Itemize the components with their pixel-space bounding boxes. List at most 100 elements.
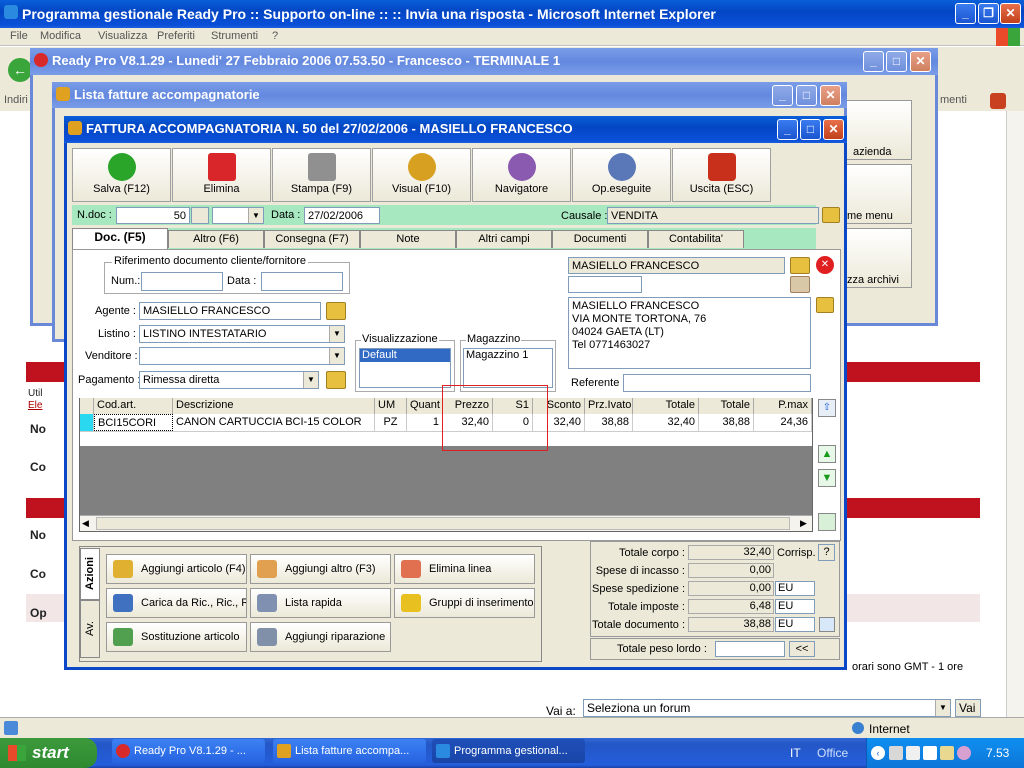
grid-hscrollbar[interactable]: ◀ ▶	[80, 515, 812, 531]
menu-strumenti[interactable]: Strumenti	[211, 30, 258, 42]
cell-prz-ivato[interactable]: 38,88	[585, 414, 633, 431]
data-field[interactable]: 27/02/2006	[304, 207, 380, 224]
side-button-azienda[interactable]: azienda	[846, 100, 912, 160]
taskbar-item-ie[interactable]: Programma gestional...	[432, 739, 585, 763]
tray-icon[interactable]	[906, 746, 920, 760]
add-repair-button[interactable]: Aggiungi riparazione	[250, 622, 391, 652]
tray-calendar-icon[interactable]	[923, 746, 937, 760]
series-select[interactable]: ▼	[212, 207, 264, 224]
navigator-button[interactable]: Navigatore	[472, 148, 571, 202]
replace-article-button[interactable]: Sostituzione articolo	[106, 622, 247, 652]
close-button[interactable]: ✕	[910, 51, 931, 72]
folder-icon[interactable]	[326, 371, 346, 389]
clock[interactable]: 7.53	[986, 746, 1009, 760]
visual-item-default[interactable]: Default	[360, 349, 450, 362]
scroll-right-icon[interactable]: ▶	[800, 518, 807, 529]
col-header-um[interactable]: UM	[375, 398, 407, 414]
side-tab-av[interactable]: Av.	[80, 600, 100, 658]
lista-titlebar[interactable]: Lista fatture accompagnatorie _ □ ✕	[52, 82, 847, 108]
cell-codart[interactable]: BCI15CORI	[94, 414, 173, 431]
maximize-button[interactable]: □	[886, 51, 907, 72]
side-button-archivi[interactable]: zza archivi	[846, 228, 912, 288]
tray-icon[interactable]	[889, 746, 903, 760]
print-button[interactable]: Stampa (F9)	[272, 148, 371, 202]
tray-icon[interactable]	[957, 746, 971, 760]
tab-contabilita[interactable]: Contabilita'	[648, 230, 744, 248]
folder-icon[interactable]	[326, 302, 346, 320]
agente-field[interactable]: MASIELLO FRANCESCO	[139, 302, 321, 320]
side-tab-azioni[interactable]: Azioni	[80, 548, 100, 600]
move-up-icon[interactable]: ▲	[818, 445, 836, 463]
close-button[interactable]: ✕	[823, 119, 844, 140]
taskbar-item-readypro[interactable]: Ready Pro V8.1.29 - ...	[112, 739, 265, 763]
listino-select[interactable]: LISTINO INTESTATARIO ▼	[139, 325, 345, 343]
ie-scrollbar[interactable]	[1006, 111, 1024, 717]
office-toolbar[interactable]: Office	[817, 746, 848, 760]
pagamento-select[interactable]: Rimessa diretta ▼	[139, 371, 319, 389]
close-button[interactable]: ✕	[1000, 3, 1021, 24]
save-button[interactable]: Salva (F12)	[72, 148, 171, 202]
num-field[interactable]	[141, 272, 223, 291]
tray-expand-icon[interactable]: ‹	[871, 746, 885, 760]
col-header-descrizione[interactable]: Descrizione	[173, 398, 375, 414]
forum-select[interactable]: Seleziona un forum ▼	[583, 699, 951, 717]
help-button[interactable]: ?	[818, 544, 835, 561]
col-header-pmax[interactable]: P.max	[754, 398, 812, 414]
tab-documenti[interactable]: Documenti	[552, 230, 648, 248]
cell-um[interactable]: PZ	[375, 414, 407, 431]
zoom-icon[interactable]	[819, 617, 835, 632]
operations-button[interactable]: Op.eseguite	[572, 148, 671, 202]
tab-altro[interactable]: Altro (F6)	[168, 230, 264, 248]
ndoc-spinner[interactable]	[191, 207, 209, 224]
add-other-button[interactable]: Aggiungi altro (F3)	[250, 554, 391, 584]
quick-list-button[interactable]: Lista rapida	[250, 588, 391, 618]
menu-file[interactable]: File	[10, 30, 28, 42]
ndoc-field[interactable]: 50	[116, 207, 190, 224]
scroll-left-icon[interactable]: ◀	[82, 518, 89, 529]
col-header-totale-ivato[interactable]: Totale	[699, 398, 754, 414]
load-from-button[interactable]: Carica da Ric., Ric., Ri	[106, 588, 247, 618]
menu-modifica[interactable]: Modifica	[40, 30, 81, 42]
cell-descrizione[interactable]: CANON CARTUCCIA BCI-15 COLOR	[173, 414, 375, 431]
tab-consegna[interactable]: Consegna (F7)	[264, 230, 360, 248]
move-top-icon[interactable]: ⇧	[818, 399, 836, 417]
menu-preferiti[interactable]: Preferiti	[157, 30, 195, 42]
fattura-titlebar[interactable]: FATTURA ACCOMPAGNATORIA N. 50 del 27/02/…	[64, 116, 847, 143]
minimize-button[interactable]: _	[772, 85, 793, 106]
folder-icon[interactable]	[816, 297, 834, 313]
language-indicator[interactable]: IT	[790, 746, 801, 760]
currency-field[interactable]: EU	[775, 599, 815, 614]
cell-totale[interactable]: 32,40	[633, 414, 699, 431]
readypro-titlebar[interactable]: Ready Pro V8.1.29 - Lunedi' 27 Febbraio …	[30, 48, 938, 75]
insert-groups-button[interactable]: Gruppi di inserimento	[394, 588, 535, 618]
cliente-code-field[interactable]	[568, 276, 642, 293]
tray-mail-icon[interactable]	[940, 746, 954, 760]
peso-field[interactable]	[715, 641, 785, 657]
referente-field[interactable]	[623, 374, 811, 392]
move-down-icon[interactable]: ▼	[818, 469, 836, 487]
minimize-button[interactable]: _	[955, 3, 976, 24]
magazzino-list[interactable]: Magazzino 1	[463, 348, 553, 388]
bg-text[interactable]: Ele	[28, 400, 42, 411]
maximize-button[interactable]: □	[800, 119, 821, 140]
maximize-button[interactable]: □	[796, 85, 817, 106]
settings-icon[interactable]	[990, 93, 1006, 109]
venditore-select[interactable]: ▼	[139, 347, 345, 365]
cell-pmax[interactable]: 24,36	[754, 414, 812, 431]
minimize-button[interactable]: _	[863, 51, 884, 72]
col-header-totale[interactable]: Totale	[633, 398, 699, 414]
menu-help[interactable]: ?	[272, 30, 278, 42]
clear-icon[interactable]: ✕	[816, 256, 834, 274]
taskbar-item-lista[interactable]: Lista fatture accompa...	[273, 739, 426, 763]
start-button[interactable]: start	[0, 738, 97, 768]
minimize-button[interactable]: _	[777, 119, 798, 140]
go-button[interactable]: Vai	[955, 699, 981, 717]
grid-options-icon[interactable]	[818, 513, 836, 531]
close-button[interactable]: ✕	[820, 85, 841, 106]
restore-button[interactable]: ❐	[978, 3, 999, 24]
folder-icon[interactable]	[822, 207, 840, 223]
add-article-button[interactable]: Aggiungi articolo (F4)	[106, 554, 247, 584]
col-header-prz-ivato[interactable]: Prz.Ivato	[585, 398, 633, 414]
scroll-thumb[interactable]	[96, 517, 790, 530]
cell-totale-ivato[interactable]: 38,88	[699, 414, 754, 431]
